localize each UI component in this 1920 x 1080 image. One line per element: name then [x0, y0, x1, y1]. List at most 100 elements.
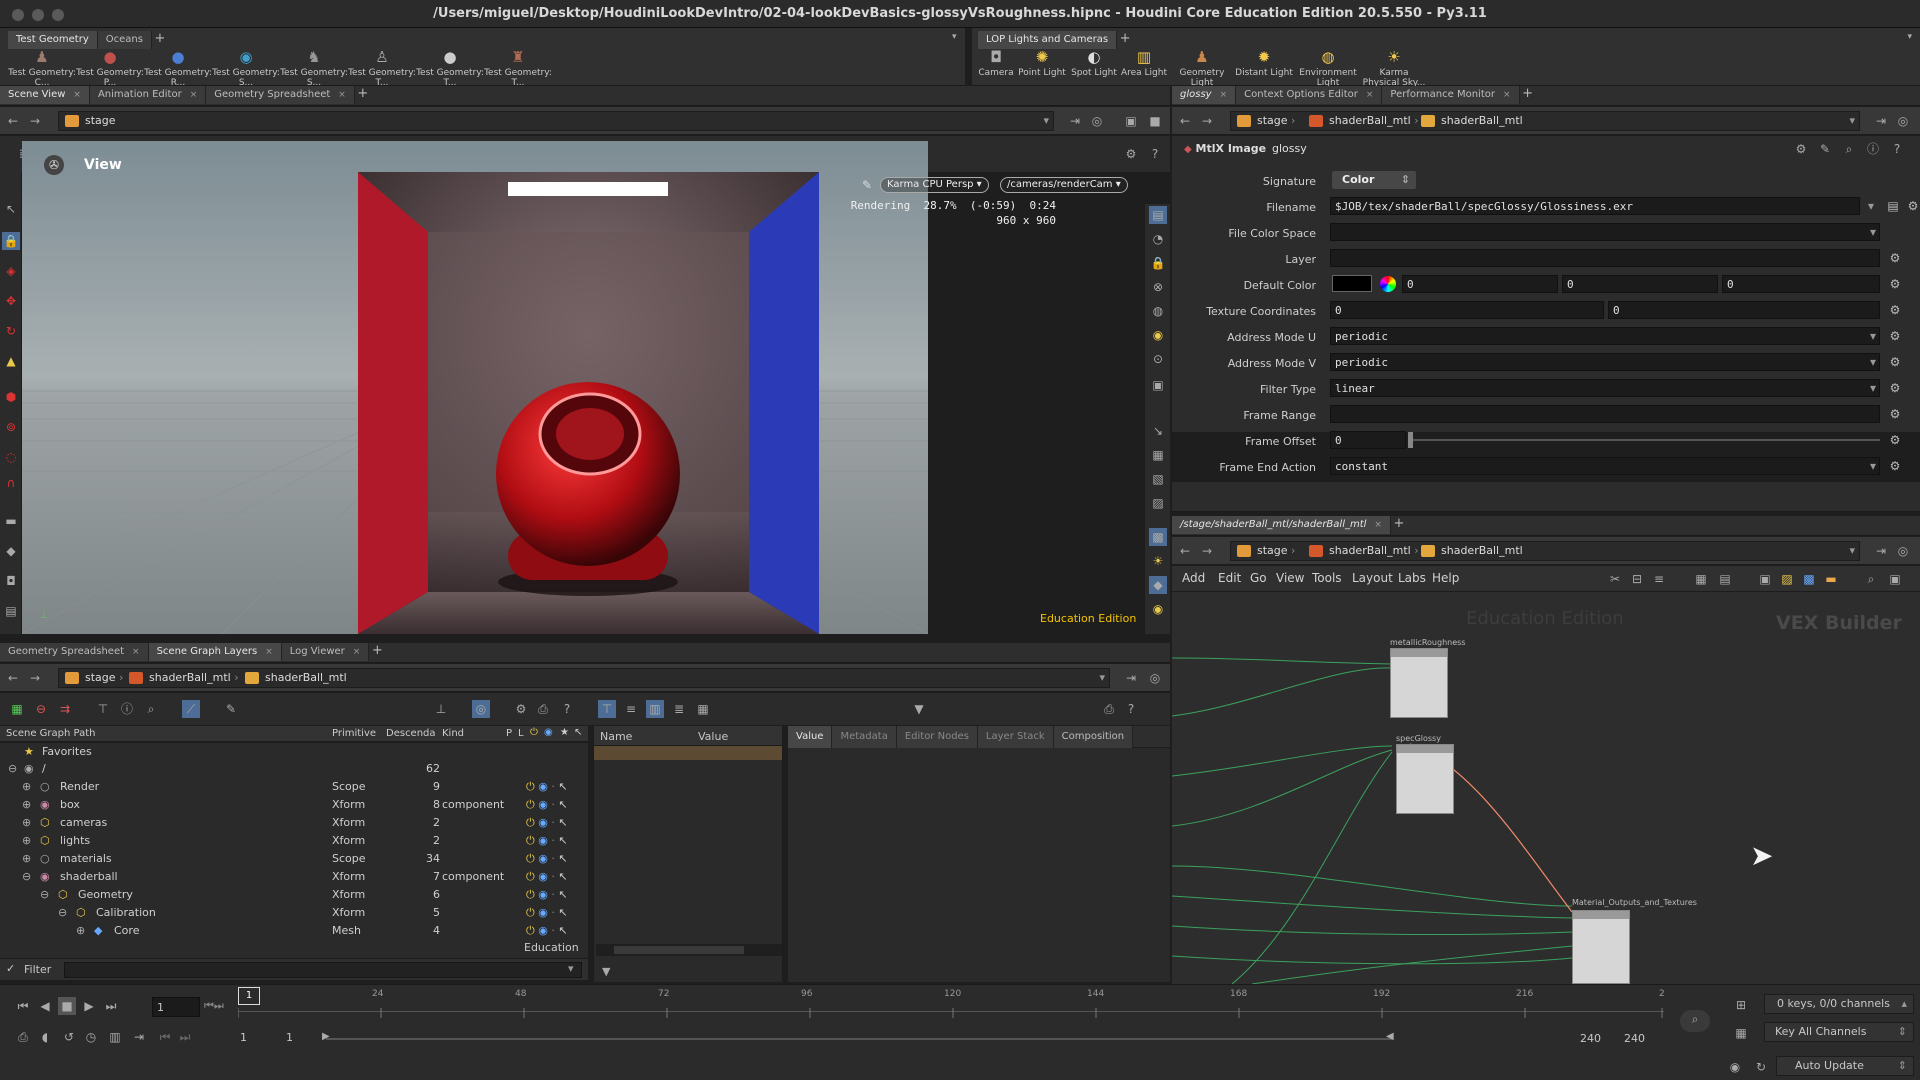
col-kind[interactable]: Kind	[442, 728, 464, 739]
layer-field[interactable]	[1330, 249, 1880, 267]
default-color-b[interactable]: 0	[1722, 275, 1880, 293]
add-pane-tab-button[interactable]: +	[369, 643, 385, 658]
menu-add[interactable]: Add	[1182, 571, 1205, 585]
link-icon[interactable]: ◎	[1894, 542, 1912, 560]
sgt-deactivate-icon[interactable]: ⇉	[56, 700, 74, 718]
tab-context-options[interactable]: Context Options Editor ×	[1236, 86, 1383, 104]
shelf-tool-6[interactable]: ♙ Test Geometry: T...	[348, 48, 416, 88]
keys-channels-dropdown[interactable]: 0 keys, 0/0 channels ▴	[1764, 994, 1914, 1014]
props-tree-icon[interactable]: ⊤	[598, 700, 616, 718]
scale-tool-icon[interactable]: ▲	[2, 352, 20, 370]
light-display-icon[interactable]: ◍	[1149, 302, 1167, 320]
sgt-hierarchy-icon[interactable]: ⊤	[94, 700, 112, 718]
layout-tree-icon[interactable]: ⊟	[1628, 570, 1646, 588]
col-visibility-icon[interactable]: ◉	[544, 727, 553, 738]
shelf-tab-test-geometry[interactable]: Test Geometry	[8, 31, 98, 49]
stop-icon[interactable]: ■	[58, 997, 76, 1015]
shelf-tool-environment-light[interactable]: ◍ Environment Light	[1294, 48, 1362, 88]
path-stage[interactable]: stage	[1257, 544, 1288, 557]
jump-start-icon[interactable]: ⏮	[14, 997, 32, 1015]
col-l[interactable]: L	[518, 728, 524, 739]
ruler-icon[interactable]: ▬	[2, 512, 20, 530]
pin-icon[interactable]: ⇥	[1872, 112, 1890, 130]
range-start-icon[interactable]: ⏮	[156, 1028, 174, 1046]
display-icon[interactable]: ▣	[1756, 570, 1774, 588]
colorspace-dropdown-icon[interactable]: ▾	[1866, 225, 1880, 239]
file-chooser-button-icon[interactable]: ▤	[1886, 199, 1900, 213]
add-pane-tab-button[interactable]: +	[355, 86, 371, 101]
param-settings-gear-icon[interactable]: ⚙	[1792, 140, 1810, 158]
camera-dropdown[interactable]: /cameras/renderCam ▾	[1000, 177, 1128, 193]
guide-icon[interactable]: ▣	[1149, 376, 1167, 394]
filter-type-field[interactable]: linear	[1330, 379, 1880, 397]
viewport-help-icon[interactable]: ?	[1146, 145, 1164, 163]
close-tab-icon[interactable]: ×	[1503, 90, 1511, 100]
sgt-remove-icon[interactable]: ⊖	[32, 700, 50, 718]
sgt-export-icon[interactable]: ⎙	[534, 700, 552, 718]
tab-geometry-spreadsheet[interactable]: Geometry Spreadsheet ×	[206, 86, 355, 104]
headlight-icon[interactable]: ◉	[1149, 326, 1167, 344]
default-color-r[interactable]: 0	[1402, 275, 1558, 293]
address-u-field[interactable]: periodic	[1330, 327, 1880, 345]
node-metallic-roughness[interactable]	[1390, 648, 1448, 718]
path-stage[interactable]: stage	[85, 671, 116, 684]
props-columns-icon[interactable]: ▥	[646, 700, 664, 718]
network-path-field[interactable]: stage › shaderBall_mtl › shaderBall_mtl …	[1230, 541, 1860, 561]
network-editor[interactable]: Education Edition VEX Builder metallicRo…	[1172, 566, 1920, 984]
auto-update-dropdown[interactable]: Auto Update ⇕	[1776, 1056, 1914, 1076]
normal-display-icon[interactable]: ▧	[1149, 470, 1167, 488]
sgt-tree-icon[interactable]: ⊥	[432, 700, 450, 718]
path-shaderball-mtl-2[interactable]: shaderBall_mtl	[1441, 114, 1523, 127]
sun-icon[interactable]: ☀	[1149, 552, 1167, 570]
back-arrow-icon[interactable]: ←	[4, 669, 22, 687]
range-slider-left-handle[interactable]: ▶	[322, 1031, 330, 1042]
props-col-value[interactable]: Value	[698, 730, 728, 743]
cut-wire-icon[interactable]: ✂	[1606, 570, 1624, 588]
path-dropdown-icon[interactable]: ▾	[1099, 671, 1105, 684]
detail-tab-value[interactable]: Value	[788, 726, 833, 748]
props-help-icon[interactable]: ?	[1122, 700, 1140, 718]
snapshot-icon[interactable]: ▣	[1886, 570, 1904, 588]
translate-tool-icon[interactable]: ✥	[2, 292, 20, 310]
filter-input[interactable]	[64, 962, 582, 978]
fps-icon[interactable]: ▥	[106, 1028, 124, 1046]
path-stage[interactable]: stage	[1257, 114, 1288, 127]
texcoord-gear-icon[interactable]: ⚙	[1888, 303, 1902, 317]
range-end-field[interactable]: 240	[1580, 1032, 1601, 1045]
range-slider-track[interactable]	[326, 1038, 1392, 1040]
step-icons[interactable]: ⏮⏭	[204, 999, 224, 1013]
pin-icon[interactable]: ⇥	[1066, 112, 1084, 130]
forward-arrow-icon[interactable]: →	[26, 669, 44, 687]
address-v-field[interactable]: periodic	[1330, 353, 1880, 371]
filter-type-dropdown-icon[interactable]: ▾	[1866, 381, 1880, 395]
close-tab-icon[interactable]: ×	[190, 90, 198, 100]
menu-help[interactable]: Help	[1432, 571, 1459, 585]
display-option-icon[interactable]: ▤	[1149, 206, 1167, 224]
range-start-field[interactable]: 1	[240, 1031, 247, 1044]
props-list-icon[interactable]: ≡	[622, 700, 640, 718]
menu-go[interactable]: Go	[1250, 571, 1267, 585]
lock-camera-icon[interactable]: 🔒	[1149, 254, 1167, 272]
grid-view-2-icon[interactable]: ▤	[1716, 570, 1734, 588]
layer-gear-icon[interactable]: ⚙	[1888, 251, 1902, 265]
sgt-collapse-icon[interactable]: ▦	[8, 700, 26, 718]
col-primitive[interactable]: Primitive	[332, 728, 376, 739]
shelf-tool-3[interactable]: ● Test Geometry: R...	[144, 48, 212, 88]
frame-offset-slider-track[interactable]	[1410, 439, 1880, 441]
props-selected-row[interactable]	[594, 746, 782, 760]
shelf-menu-chevron-icon[interactable]: ▾	[952, 32, 957, 42]
play-forward-icon[interactable]: ▶	[80, 997, 98, 1015]
tab-performance-monitor[interactable]: Performance Monitor ×	[1382, 86, 1520, 104]
color-wheel-icon[interactable]	[1380, 276, 1396, 292]
range-end-field-2[interactable]: 240	[1624, 1032, 1645, 1045]
audio-icon[interactable]: ◖	[36, 1028, 54, 1046]
frame-range-gear-icon[interactable]: ⚙	[1888, 407, 1902, 421]
pane-layout-icon[interactable]: ▣	[1122, 112, 1140, 130]
palette-icon[interactable]: ▬	[1822, 570, 1840, 588]
menu-view[interactable]: View	[1276, 571, 1304, 585]
close-tab-icon[interactable]: ×	[1220, 90, 1228, 100]
scope-channel-icon[interactable]: ⌕	[1680, 1010, 1710, 1032]
pin-icon[interactable]: ⇥	[1872, 542, 1890, 560]
sgt-path-field[interactable]: stage › shaderBall_mtl › shaderBall_mtl …	[58, 668, 1110, 688]
detail-tab-editor-nodes[interactable]: Editor Nodes	[896, 726, 978, 748]
